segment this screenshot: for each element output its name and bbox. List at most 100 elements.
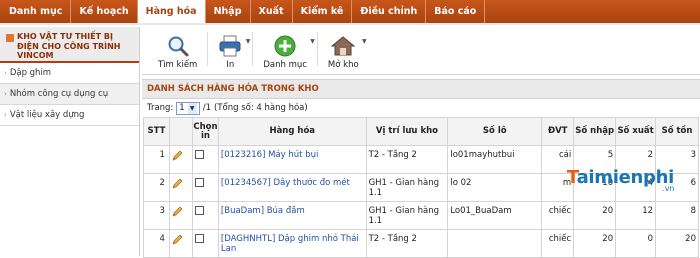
item-link[interactable]: [0123216] Máy hút bụi	[221, 150, 318, 160]
page-select-value: 1	[179, 103, 185, 113]
printer-icon	[218, 34, 242, 58]
cell-stock: 8	[655, 201, 699, 230]
cell-item: [DAGHNHTL] Dập ghim nhỏ Thái Lan	[217, 229, 367, 258]
select-print-checkbox[interactable]	[194, 178, 204, 187]
col-location[interactable]: Vị trí lưu kho	[365, 117, 449, 146]
tab-nhap[interactable]: Nhập	[206, 0, 251, 23]
col-item[interactable]: Hàng hóa	[217, 117, 367, 146]
cell-location: T2 - Tầng 2	[365, 229, 449, 258]
magnifier-icon	[166, 34, 190, 58]
cell-location: T2 - Tầng 2	[365, 145, 449, 174]
pencil-icon[interactable]	[172, 150, 183, 164]
tab-kiem-ke[interactable]: Kiểm kê	[293, 0, 353, 23]
select-print-checkbox[interactable]	[194, 234, 204, 243]
open-warehouse-button[interactable]: ▼ Mở kho	[322, 28, 367, 70]
chevron-down-icon: ▼	[187, 102, 197, 114]
item-link[interactable]: [BuaDam] Búa đầm	[221, 206, 305, 216]
cell-select	[191, 145, 219, 174]
cell-lot: lo01mayhutbui	[447, 145, 543, 174]
pager: Trang: 1 ▼ /1 (Tổng số: 4 hàng hóa)	[142, 99, 700, 117]
sidebar-item-nhom-cong-cu[interactable]: › Nhóm công cụ dụng cụ	[0, 84, 139, 105]
item-count: (Tổng số: 4 hàng hóa)	[214, 103, 308, 113]
col-stock[interactable]: Số tồn	[655, 117, 699, 146]
cell-stock: 3	[655, 145, 699, 174]
pencil-icon[interactable]	[172, 178, 183, 192]
table-row: 3 [BuaDam] Búa đầm GH1 - Gian hàng 1.1 L…	[143, 201, 699, 230]
tab-xuat[interactable]: Xuất	[251, 0, 293, 23]
page-select[interactable]: 1 ▼	[176, 101, 200, 115]
cell-unit: cái	[541, 145, 575, 174]
cell-unit: chiếc	[541, 201, 575, 230]
cell-stt: 1	[143, 145, 170, 174]
cell-in: 20	[573, 229, 617, 258]
cell-unit: chiếc	[541, 229, 575, 258]
cell-location: GH1 - Gian hàng 1.1	[365, 201, 449, 230]
cell-edit	[168, 173, 193, 202]
chevron-down-icon: ▼	[362, 38, 367, 45]
open-warehouse-label: Mở kho	[327, 60, 359, 70]
goods-table: STT Chọn in Hàng hóa Vị trí lưu kho Số l…	[143, 117, 699, 258]
cell-unit: m	[541, 173, 575, 202]
pencil-icon[interactable]	[172, 234, 183, 248]
cell-out: 12	[615, 201, 657, 230]
select-print-checkbox[interactable]	[194, 206, 204, 215]
item-link[interactable]: [01234567] Dây thước đo mét	[221, 178, 350, 188]
tab-dieu-chinh[interactable]: Điều chỉnh	[352, 0, 427, 23]
chevron-right-icon: ›	[4, 69, 7, 77]
table-row: 1 [0123216] Máy hút bụi T2 - Tầng 2 lo01…	[143, 145, 699, 174]
sidebar-item-vat-lieu[interactable]: › Vật liệu xây dựng	[0, 105, 139, 126]
cell-in: 10	[573, 173, 617, 202]
toolbar-divider	[316, 32, 318, 66]
cell-lot: lo 02	[447, 173, 543, 202]
sidebar-item-label: Nhóm công cụ dụng cụ	[9, 89, 109, 99]
cell-select	[191, 229, 219, 258]
cell-in: 5	[573, 145, 617, 174]
col-out[interactable]: Số xuất	[615, 117, 657, 146]
cell-stt: 4	[143, 229, 170, 258]
col-unit[interactable]: ĐVT	[541, 117, 575, 146]
item-link[interactable]: [DAGHNHTL] Dập ghim nhỏ Thái Lan	[221, 234, 359, 254]
cell-stock: 20	[655, 229, 699, 258]
warehouse-bullet-icon	[6, 34, 14, 42]
cell-item: [0123216] Máy hút bụi	[217, 145, 367, 174]
cell-lot	[447, 229, 543, 258]
tab-hang-hoa[interactable]: Hàng hóa	[137, 0, 206, 23]
sidebar-item-label: Vật liệu xây dựng	[9, 110, 85, 120]
col-edit	[168, 117, 193, 146]
search-button[interactable]: Tìm kiếm	[152, 28, 203, 70]
select-print-checkbox[interactable]	[194, 150, 204, 159]
sidebar-item-label: Dập ghim	[9, 68, 52, 78]
print-button[interactable]: ▼ In	[212, 28, 251, 70]
top-nav: Danh mục Kế hoạch Hàng hóa Nhập Xuất Kiể…	[0, 0, 700, 25]
chevron-down-icon: ▼	[245, 38, 251, 45]
tab-bao-cao[interactable]: Báo cáo	[426, 0, 486, 23]
add-icon	[274, 34, 296, 58]
cell-item: [01234567] Dây thước đo mét	[217, 173, 367, 202]
sidebar: KHO VẬT TƯ THIẾT BỊ ĐIỆN CHO CÔNG TRÌNH …	[0, 27, 140, 256]
warehouse-name: KHO VẬT TƯ THIẾT BỊ ĐIỆN CHO CÔNG TRÌNH …	[17, 32, 121, 60]
main-panel: Tìm kiếm ▼ In ▼ Danh mục ▼ Mở kho DANH S…	[142, 27, 700, 258]
list-title: DANH SÁCH HÀNG HÓA TRONG KHO	[142, 79, 700, 99]
cell-out: 4	[615, 173, 657, 202]
tab-ke-hoach[interactable]: Kế hoạch	[71, 0, 138, 23]
tab-danh-muc[interactable]: Danh mục	[1, 0, 72, 23]
sidebar-header: KHO VẬT TƯ THIẾT BỊ ĐIỆN CHO CÔNG TRÌNH …	[0, 27, 139, 63]
col-stt[interactable]: STT	[143, 117, 170, 146]
col-in[interactable]: Số nhập	[573, 117, 617, 146]
toolbar-divider	[207, 32, 209, 66]
cell-lot: Lo01_BuaDam	[447, 201, 543, 230]
sidebar-item-dap-ghim[interactable]: › Dập ghim	[0, 63, 139, 84]
cell-out: 2	[615, 145, 657, 174]
toolbar: Tìm kiếm ▼ In ▼ Danh mục ▼ Mở kho	[142, 27, 700, 75]
cell-out: 0	[615, 229, 657, 258]
category-label: Danh mục	[263, 60, 307, 70]
col-lot[interactable]: Số lô	[447, 117, 543, 146]
chevron-down-icon: ▼	[310, 38, 315, 45]
table-header-row: STT Chọn in Hàng hóa Vị trí lưu kho Số l…	[143, 117, 699, 146]
chevron-right-icon: ›	[4, 90, 7, 98]
category-button[interactable]: ▼ Danh mục	[257, 28, 315, 70]
cell-select	[191, 173, 219, 202]
col-select-print[interactable]: Chọn in	[191, 117, 219, 146]
house-icon	[331, 34, 356, 58]
pencil-icon[interactable]	[172, 206, 183, 220]
